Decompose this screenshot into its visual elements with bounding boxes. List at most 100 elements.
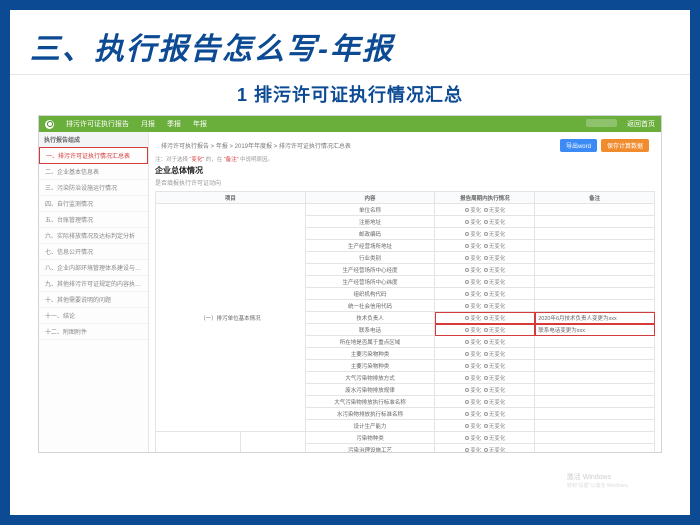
sidebar-item[interactable]: 三、污染防治设施运行情况 <box>39 180 148 196</box>
exec-radio-cell[interactable]: 变化 无变化 <box>435 300 535 312</box>
row-remark[interactable] <box>535 408 655 420</box>
row-remark[interactable] <box>535 252 655 264</box>
sidebar-item[interactable]: 五、台账管理情况 <box>39 212 148 228</box>
radio-change-icon[interactable] <box>465 232 469 236</box>
radio-nochange-icon[interactable] <box>484 328 488 332</box>
exec-radio-cell[interactable]: 变化 无变化 <box>435 348 535 360</box>
radio-change-icon[interactable] <box>465 220 469 224</box>
row-remark[interactable] <box>535 432 655 444</box>
radio-change-icon[interactable] <box>465 412 469 416</box>
row-remark[interactable] <box>535 384 655 396</box>
radio-change-icon[interactable] <box>465 292 469 296</box>
radio-nochange-icon[interactable] <box>484 256 488 260</box>
export-word-button[interactable]: 导出word <box>560 139 597 152</box>
row-remark[interactable] <box>535 204 655 216</box>
sidebar-item[interactable]: 八、企业内部环境管理体系建设与运行情况 <box>39 260 148 276</box>
radio-nochange-icon[interactable] <box>484 232 488 236</box>
radio-change-icon[interactable] <box>465 376 469 380</box>
radio-nochange-icon[interactable] <box>484 220 488 224</box>
radio-change-icon[interactable] <box>465 352 469 356</box>
exec-radio-cell[interactable]: 变化 无变化 <box>435 312 535 324</box>
row-remark[interactable] <box>535 372 655 384</box>
radio-nochange-icon[interactable] <box>484 340 488 344</box>
radio-nochange-icon[interactable] <box>484 424 488 428</box>
radio-change-icon[interactable] <box>465 244 469 248</box>
radio-change-icon[interactable] <box>465 268 469 272</box>
exec-radio-cell[interactable]: 变化 无变化 <box>435 444 535 453</box>
radio-change-icon[interactable] <box>465 340 469 344</box>
row-remark[interactable] <box>535 264 655 276</box>
radio-nochange-icon[interactable] <box>484 436 488 440</box>
exec-radio-cell[interactable]: 变化 无变化 <box>435 384 535 396</box>
radio-nochange-icon[interactable] <box>484 352 488 356</box>
radio-change-icon[interactable] <box>465 328 469 332</box>
radio-nochange-icon[interactable] <box>484 388 488 392</box>
radio-nochange-icon[interactable] <box>484 400 488 404</box>
radio-change-icon[interactable] <box>465 316 469 320</box>
row-remark[interactable] <box>535 444 655 453</box>
radio-nochange-icon[interactable] <box>484 316 488 320</box>
row-remark[interactable] <box>535 360 655 372</box>
radio-nochange-icon[interactable] <box>484 376 488 380</box>
nav-month[interactable]: 月报 <box>141 119 155 129</box>
sidebar-item[interactable]: 十一、结论 <box>39 308 148 324</box>
sidebar-item[interactable]: 七、信息公开情况 <box>39 244 148 260</box>
exec-radio-cell[interactable]: 变化 无变化 <box>435 396 535 408</box>
row-remark[interactable] <box>535 336 655 348</box>
sidebar-item[interactable]: 六、实际排放情况及达标判定分析 <box>39 228 148 244</box>
radio-change-icon[interactable] <box>465 256 469 260</box>
radio-nochange-icon[interactable] <box>484 448 488 452</box>
nav-return[interactable]: 返回首页 <box>627 119 655 129</box>
save-calc-button[interactable]: 保存计算数据 <box>601 139 649 152</box>
row-remark[interactable]: 联系电话变更为xxx <box>535 324 655 336</box>
exec-radio-cell[interactable]: 变化 无变化 <box>435 276 535 288</box>
sidebar-item[interactable]: 二、企业基本信息表 <box>39 164 148 180</box>
radio-change-icon[interactable] <box>465 400 469 404</box>
row-remark[interactable]: 2020年6月技术负责人变更为xxx <box>535 312 655 324</box>
exec-radio-cell[interactable]: 变化 无变化 <box>435 336 535 348</box>
sidebar-item[interactable]: 一、排污许可证执行情况汇总表 <box>39 147 148 164</box>
radio-nochange-icon[interactable] <box>484 304 488 308</box>
row-remark[interactable] <box>535 300 655 312</box>
row-remark[interactable] <box>535 420 655 432</box>
radio-nochange-icon[interactable] <box>484 268 488 272</box>
exec-radio-cell[interactable]: 变化 无变化 <box>435 288 535 300</box>
row-remark[interactable] <box>535 216 655 228</box>
radio-nochange-icon[interactable] <box>484 280 488 284</box>
row-remark[interactable] <box>535 276 655 288</box>
row-remark[interactable] <box>535 228 655 240</box>
exec-radio-cell[interactable]: 变化 无变化 <box>435 228 535 240</box>
sidebar-item[interactable]: 十、其他需要说明的问题 <box>39 292 148 308</box>
exec-radio-cell[interactable]: 变化 无变化 <box>435 372 535 384</box>
row-remark[interactable] <box>535 348 655 360</box>
exec-radio-cell[interactable]: 变化 无变化 <box>435 240 535 252</box>
exec-radio-cell[interactable]: 变化 无变化 <box>435 408 535 420</box>
radio-change-icon[interactable] <box>465 208 469 212</box>
row-remark[interactable] <box>535 396 655 408</box>
radio-change-icon[interactable] <box>465 436 469 440</box>
sidebar-item[interactable]: 四、自行监测情况 <box>39 196 148 212</box>
radio-change-icon[interactable] <box>465 424 469 428</box>
radio-nochange-icon[interactable] <box>484 208 488 212</box>
nav-quarter[interactable]: 季报 <box>167 119 181 129</box>
radio-change-icon[interactable] <box>465 364 469 368</box>
exec-radio-cell[interactable]: 变化 无变化 <box>435 360 535 372</box>
radio-nochange-icon[interactable] <box>484 244 488 248</box>
radio-change-icon[interactable] <box>465 388 469 392</box>
exec-radio-cell[interactable]: 变化 无变化 <box>435 432 535 444</box>
radio-change-icon[interactable] <box>465 448 469 452</box>
exec-radio-cell[interactable]: 变化 无变化 <box>435 252 535 264</box>
nav-year[interactable]: 年报 <box>193 119 207 129</box>
radio-nochange-icon[interactable] <box>484 292 488 296</box>
exec-radio-cell[interactable]: 变化 无变化 <box>435 324 535 336</box>
exec-radio-cell[interactable]: 变化 无变化 <box>435 420 535 432</box>
exec-radio-cell[interactable]: 变化 无变化 <box>435 264 535 276</box>
row-remark[interactable] <box>535 240 655 252</box>
row-remark[interactable] <box>535 288 655 300</box>
radio-nochange-icon[interactable] <box>484 412 488 416</box>
radio-change-icon[interactable] <box>465 304 469 308</box>
radio-nochange-icon[interactable] <box>484 364 488 368</box>
exec-radio-cell[interactable]: 变化 无变化 <box>435 216 535 228</box>
sidebar-item[interactable]: 九、其他排污许可证规定的内容执行情况 <box>39 276 148 292</box>
exec-radio-cell[interactable]: 变化 无变化 <box>435 204 535 216</box>
